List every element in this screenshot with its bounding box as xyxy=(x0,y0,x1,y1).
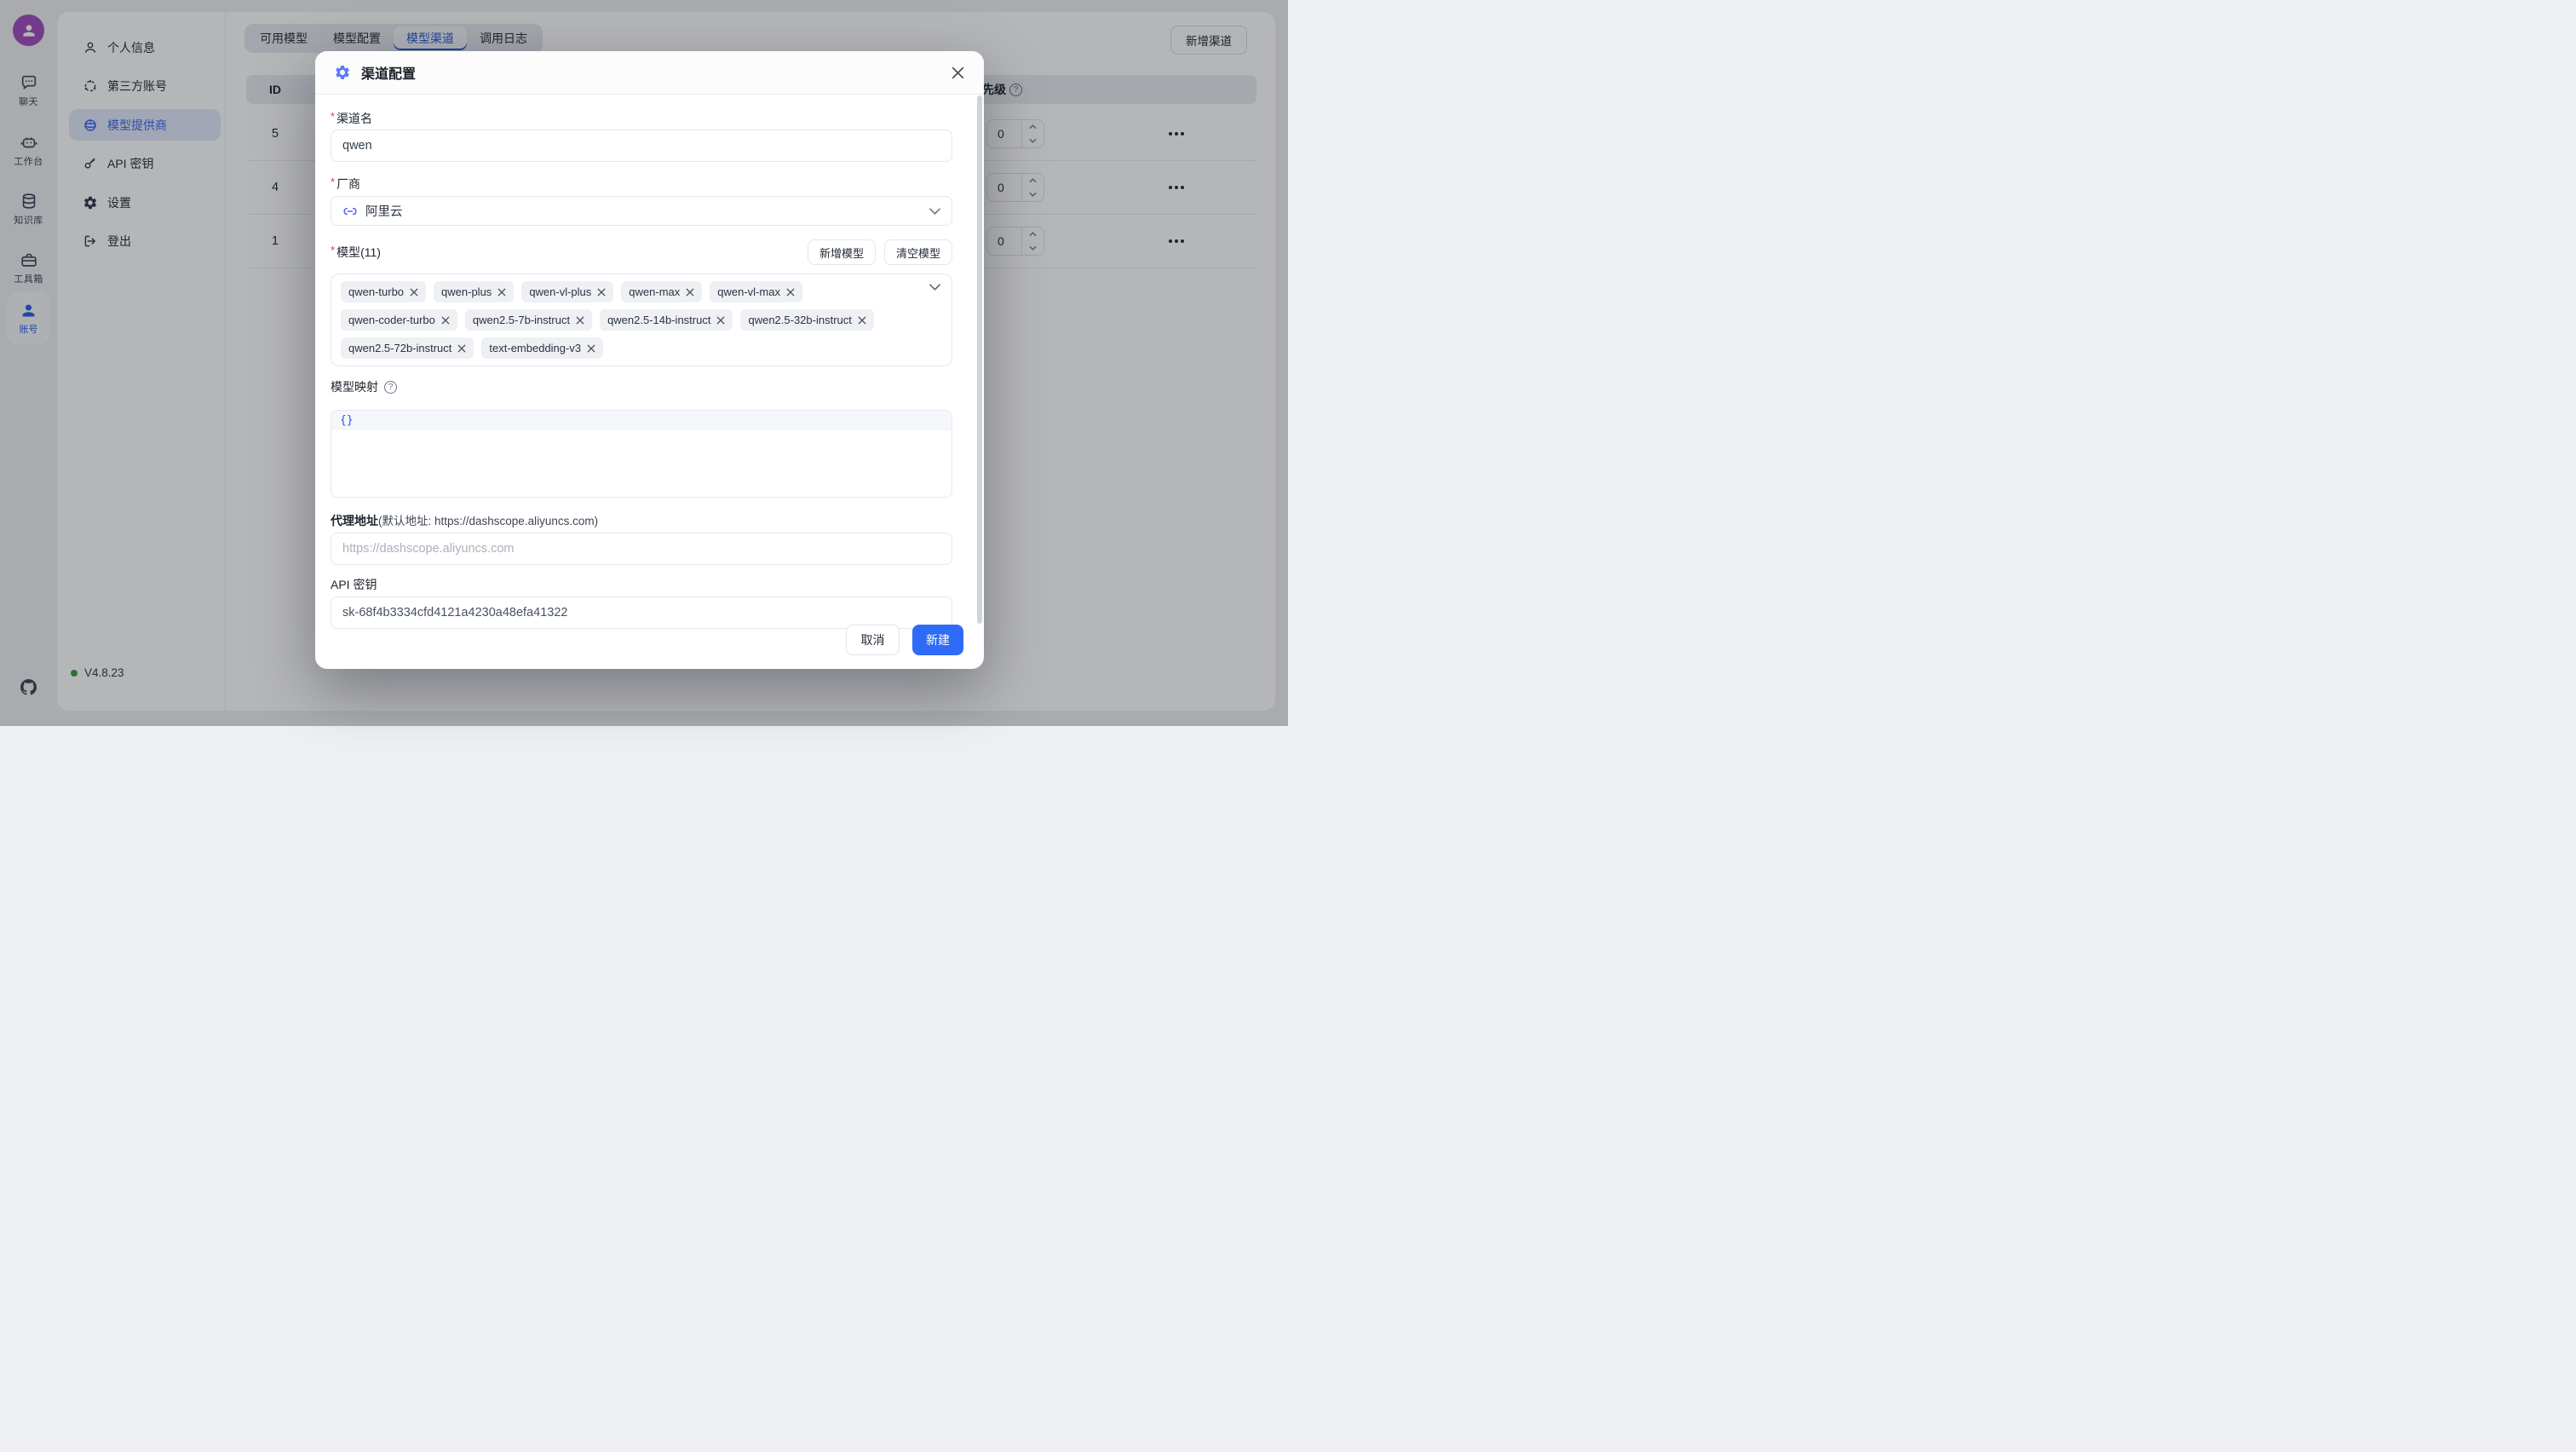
modal-scrollbar[interactable] xyxy=(977,95,982,624)
modal-header: 渠道配置 xyxy=(315,51,984,95)
vendor-select[interactable]: 阿里云 xyxy=(331,196,952,226)
model-tag: qwen-vl-max xyxy=(710,281,802,302)
models-header-row: * 模型(11) 新增模型 清空模型 xyxy=(331,239,952,265)
clear-models-button[interactable]: 清空模型 xyxy=(884,239,952,265)
modal-body: * 渠道名 * 厂商 阿里云 * 模型(11) 新增模型 清空模型 xyxy=(315,95,984,629)
model-mapping-editor[interactable]: {} xyxy=(331,410,952,498)
model-tag: qwen2.5-72b-instruct xyxy=(341,337,474,359)
model-tag: qwen-plus xyxy=(434,281,514,302)
chevron-down-icon[interactable] xyxy=(929,284,940,291)
remove-tag-icon[interactable] xyxy=(576,316,584,325)
modal-footer: 取消 新建 xyxy=(846,625,963,655)
remove-tag-icon[interactable] xyxy=(716,316,725,325)
model-tag: qwen-max xyxy=(621,281,702,302)
cancel-button[interactable]: 取消 xyxy=(846,625,900,655)
remove-tag-icon[interactable] xyxy=(858,316,866,325)
vendor-label: * 厂商 xyxy=(331,177,952,191)
chevron-down-icon xyxy=(929,208,940,215)
api-key-label: API 密钥 xyxy=(331,578,952,591)
add-model-button[interactable]: 新增模型 xyxy=(808,239,876,265)
remove-tag-icon[interactable] xyxy=(686,288,694,297)
models-label: * 模型(11) xyxy=(331,245,381,259)
modal-title: 渠道配置 xyxy=(361,62,416,83)
remove-tag-icon[interactable] xyxy=(457,344,466,353)
proxy-address-input[interactable] xyxy=(331,533,952,565)
vendor-value: 阿里云 xyxy=(365,202,403,220)
remove-tag-icon[interactable] xyxy=(597,288,606,297)
proxy-address-label: 代理地址 (默认地址: https://dashscope.aliyuncs.c… xyxy=(331,511,952,525)
help-icon[interactable]: ? xyxy=(384,381,397,394)
remove-tag-icon[interactable] xyxy=(587,344,595,353)
gear-icon xyxy=(334,64,351,81)
aliyun-icon xyxy=(342,204,358,219)
model-tags-field[interactable]: qwen-turbo qwen-plus qwen-vl-plus qwen-m… xyxy=(331,274,952,366)
channel-name-label: * 渠道名 xyxy=(331,112,952,125)
remove-tag-icon[interactable] xyxy=(786,288,795,297)
model-tag: qwen-turbo xyxy=(341,281,426,302)
model-tag: text-embedding-v3 xyxy=(481,337,603,359)
required-asterisk: * xyxy=(331,110,335,123)
model-tag: qwen2.5-14b-instruct xyxy=(600,309,733,331)
model-tag: qwen-coder-turbo xyxy=(341,309,457,331)
required-asterisk: * xyxy=(331,176,335,188)
model-mapping-label: 模型映射 ? xyxy=(331,380,952,394)
model-tag: qwen2.5-32b-instruct xyxy=(740,309,873,331)
proxy-default-hint: (默认地址: https://dashscope.aliyuncs.com) xyxy=(378,511,598,528)
editor-line: {} xyxy=(331,411,952,430)
remove-tag-icon[interactable] xyxy=(497,288,506,297)
channel-name-input[interactable] xyxy=(331,130,952,162)
create-button[interactable]: 新建 xyxy=(912,625,963,655)
model-tag: qwen2.5-7b-instruct xyxy=(465,309,592,331)
remove-tag-icon[interactable] xyxy=(441,316,450,325)
required-asterisk: * xyxy=(331,244,335,256)
model-tag: qwen-vl-plus xyxy=(521,281,613,302)
remove-tag-icon[interactable] xyxy=(410,288,418,297)
channel-config-modal: 渠道配置 * 渠道名 * 厂商 阿里云 * 模型(11) xyxy=(315,51,984,669)
close-icon[interactable] xyxy=(951,66,965,80)
